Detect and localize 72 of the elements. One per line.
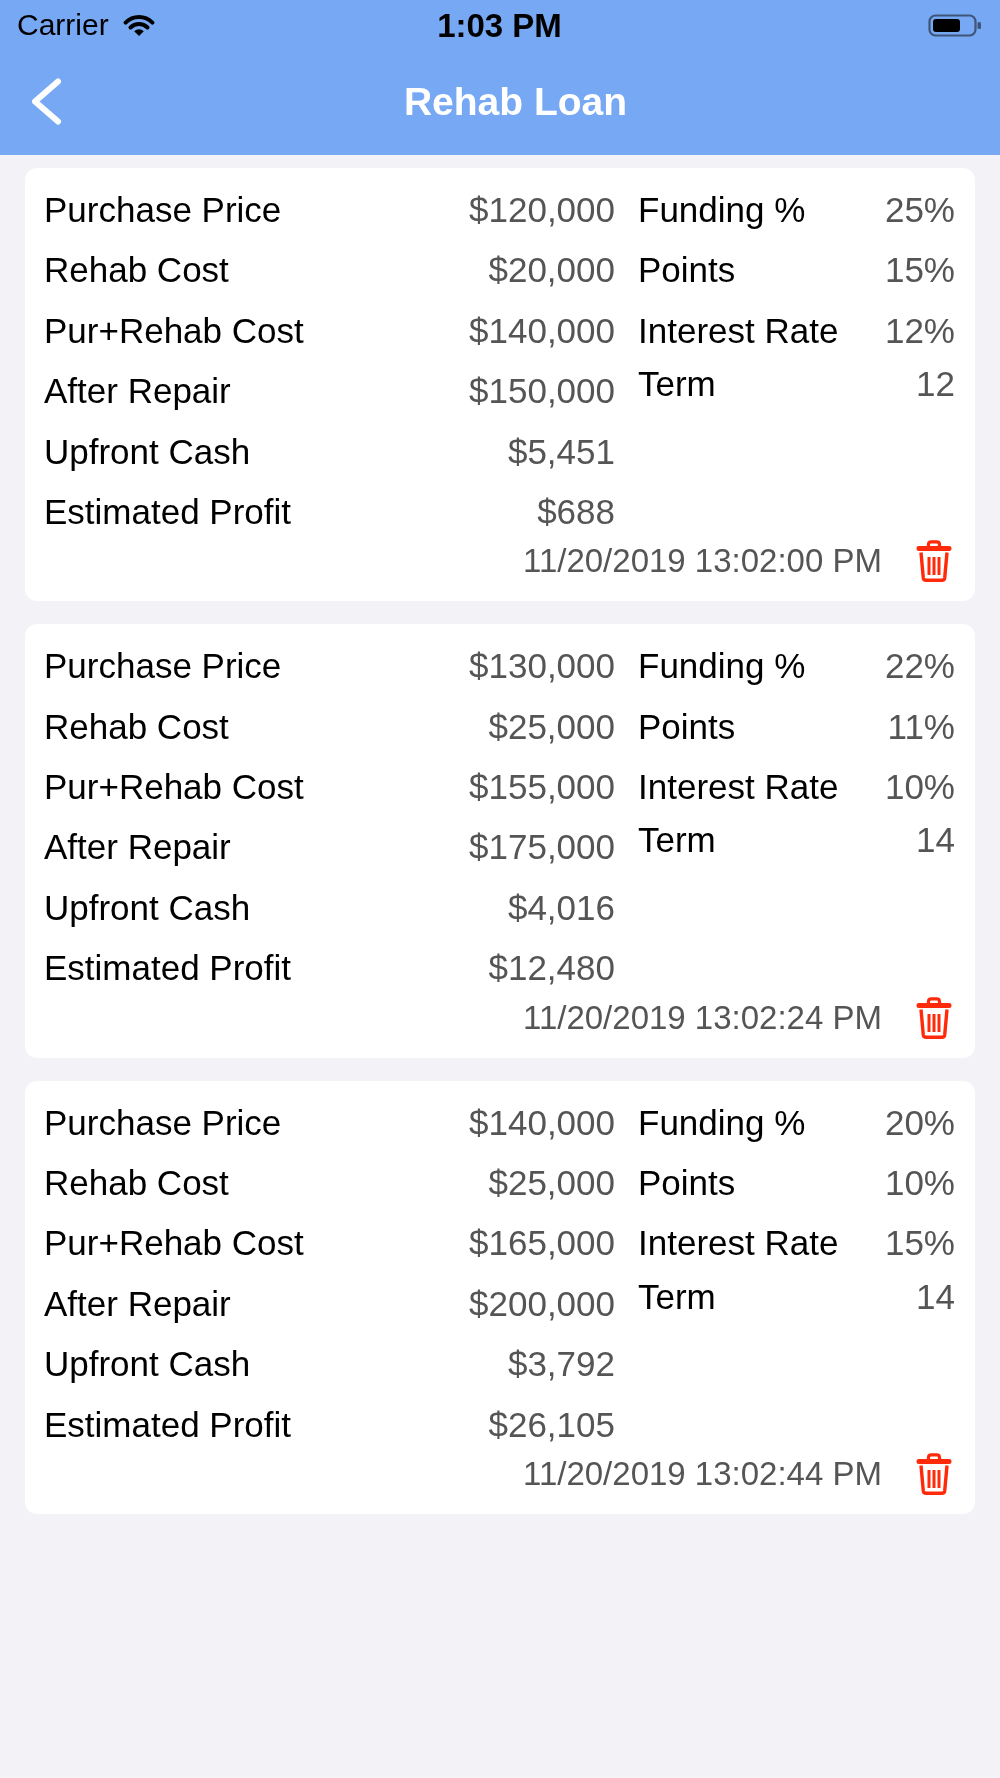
term-label: Term [638,821,716,860]
timestamp: 11/20/2019 13:02:44 PM [523,1455,882,1493]
detail-label: Pur+Rehab Cost [44,768,304,807]
term-label-value: 12 [916,365,955,404]
detail-label-value: $140,000 [469,1103,615,1143]
detail-label-value: $130,000 [469,647,615,686]
detail-label-value: $140,000 [469,311,615,351]
term-label-value: 11% [887,707,955,747]
detail-label-value: $120,000 [469,190,615,230]
term-label-value: 14 [916,821,955,860]
detail-label: Upfront Cash [44,432,251,471]
term-label-value: 25% [884,190,955,230]
timestamp: 11/20/2019 13:02:00 PM [523,543,882,580]
detail-label: Rehab Cost [44,251,229,290]
detail-label: Rehab Cost [44,707,229,747]
detail-label-value: $26,105 [488,1405,615,1445]
detail-label-value: $155,000 [469,768,615,807]
detail-label: Purchase Price [44,190,282,230]
term-label: Interest Rate [638,311,839,351]
detail-label: Estimated Profit [44,1405,292,1445]
detail-label-value: $25,000 [488,1164,615,1203]
trash-icon[interactable] [915,540,953,583]
term-label-value: 10% [884,768,955,807]
detail-label: Pur+Rehab Cost [44,1224,304,1263]
detail-label: After Repair [44,372,231,411]
term-label: Points [638,251,736,290]
battery-icon [928,13,982,37]
term-label: Funding % [638,1103,806,1143]
detail-label-value: $20,000 [488,251,615,290]
carrier-name: Carrier [17,10,109,40]
detail-label: Purchase Price [44,647,282,686]
term-label: Points [638,1164,736,1203]
term-label: Funding % [638,647,806,686]
term-label-value: 22% [884,647,955,686]
term-label-value: 12% [884,311,955,351]
detail-label-value: $3,792 [507,1345,615,1384]
term-label: Funding % [638,190,806,230]
detail-label: Upfront Cash [44,888,251,928]
detail-label-value: $25,000 [488,707,615,747]
detail-label-value: $12,480 [488,949,615,988]
back-icon[interactable] [31,78,62,125]
detail-label: After Repair [44,1284,231,1324]
detail-label-value: $150,000 [469,372,615,411]
detail-label-value: $688 [537,492,615,532]
detail-label-value: $4,016 [507,888,615,928]
detail-label: Estimated Profit [44,492,292,532]
trash-icon[interactable] [915,1453,953,1496]
detail-label: Pur+Rehab Cost [44,311,304,351]
term-label: Term [638,365,716,404]
detail-label: Estimated Profit [44,949,292,988]
detail-label-value: $200,000 [469,1284,615,1324]
term-label-value: 15% [884,251,955,290]
detail-label-value: $175,000 [469,828,615,867]
timestamp: 11/20/2019 13:02:24 PM [523,999,882,1036]
detail-label: Rehab Cost [44,1164,229,1203]
term-label-value: 15% [884,1224,955,1263]
detail-label: After Repair [44,828,231,867]
term-label: Interest Rate [638,768,839,807]
term-label: Term [638,1277,716,1317]
term-label: Interest Rate [638,1224,839,1263]
term-label: Points [638,707,736,747]
detail-label-value: $5,451 [507,432,615,471]
trash-icon[interactable] [915,996,953,1039]
wifi-icon [122,13,155,37]
status-time: 1:03 PM [437,8,562,42]
detail-label-value: $165,000 [469,1224,615,1263]
term-label-value: 20% [884,1103,955,1143]
detail-label: Upfront Cash [44,1345,251,1384]
term-label-value: 14 [916,1277,955,1317]
detail-label: Purchase Price [44,1103,282,1143]
term-label-value: 10% [884,1164,955,1203]
screen-title: Rehab Loan [403,82,628,121]
